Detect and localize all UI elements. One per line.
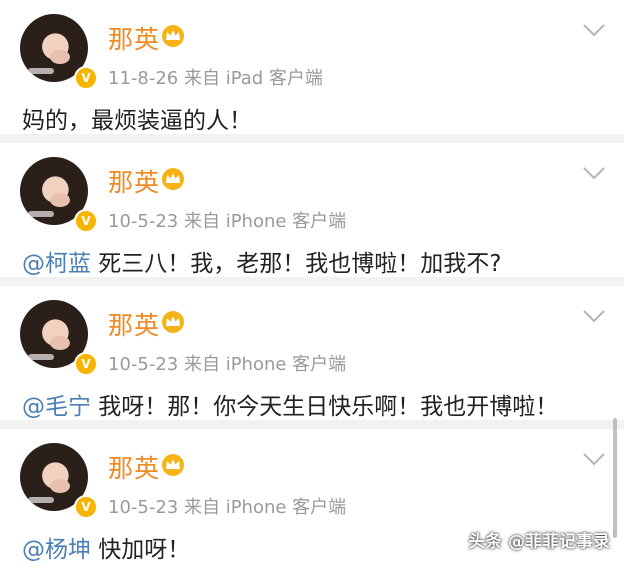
post-meta: 10-5-23 来自 iPhone 客户端 [108, 354, 347, 375]
chevron-down-icon[interactable] [582, 22, 606, 38]
post-body: 死三八！我，老那！我也博啦！加我不? [91, 251, 502, 277]
footer-watermark: 头条 @菲菲记事录 [468, 532, 610, 552]
chevron-down-icon[interactable] [582, 451, 606, 467]
avatar-detail [50, 479, 70, 493]
mention-link[interactable]: @杨坤 [22, 537, 91, 563]
avatar-detail [50, 336, 70, 350]
post-meta: 10-5-23 来自 iPhone 客户端 [108, 211, 347, 232]
avatar-detail [50, 193, 70, 207]
post-body: 妈的，最烦装逼的人！ [22, 108, 252, 134]
username[interactable]: 那英 [108, 449, 160, 485]
crown-icon [161, 24, 185, 48]
post-divider [0, 134, 624, 143]
chevron-down-icon[interactable] [582, 165, 606, 181]
chevron-down-icon[interactable] [582, 308, 606, 324]
crown-icon [161, 453, 185, 477]
avatar-watermark [28, 211, 54, 217]
verified-v-icon: V [74, 66, 98, 90]
crown-icon [161, 310, 185, 334]
post-text: @杨坤 快加呀！ [22, 530, 190, 564]
avatar-watermark [28, 497, 54, 503]
weibo-post: V 那英 10-5-23 来自 iPhone 客户端 @柯蓝 死三八！我，老那！… [0, 143, 624, 286]
post-meta: 11-8-26 来自 iPad 客户端 [108, 68, 323, 89]
post-text: @毛宁 我呀！那！你今天生日快乐啊！我也开博啦！ [22, 387, 558, 421]
username[interactable]: 那英 [108, 20, 160, 56]
verified-v-icon: V [74, 495, 98, 519]
mention-link[interactable]: @毛宁 [22, 394, 91, 420]
weibo-post: V 那英 10-5-23 来自 iPhone 客户端 @毛宁 我呀！那！你今天生… [0, 286, 624, 429]
post-divider [0, 420, 624, 429]
username[interactable]: 那英 [108, 306, 160, 342]
avatar-watermark [28, 354, 54, 360]
post-body: 快加呀！ [91, 537, 191, 563]
mention-link[interactable]: @柯蓝 [22, 251, 91, 277]
username[interactable]: 那英 [108, 163, 160, 199]
post-text: 妈的，最烦装逼的人！ [22, 101, 252, 135]
post-body: 我呀！那！你今天生日快乐啊！我也开博啦！ [91, 394, 559, 420]
weibo-post: V 那英 11-8-26 来自 iPad 客户端 妈的，最烦装逼的人！ [0, 0, 624, 143]
post-divider [0, 277, 624, 286]
avatar-detail [50, 50, 70, 64]
post-meta: 10-5-23 来自 iPhone 客户端 [108, 497, 347, 518]
verified-v-icon: V [74, 352, 98, 376]
avatar-watermark [28, 68, 54, 74]
scrollbar[interactable] [613, 418, 617, 538]
post-text: @柯蓝 死三八！我，老那！我也博啦！加我不? [22, 244, 502, 278]
verified-v-icon: V [74, 209, 98, 233]
crown-icon [161, 167, 185, 191]
